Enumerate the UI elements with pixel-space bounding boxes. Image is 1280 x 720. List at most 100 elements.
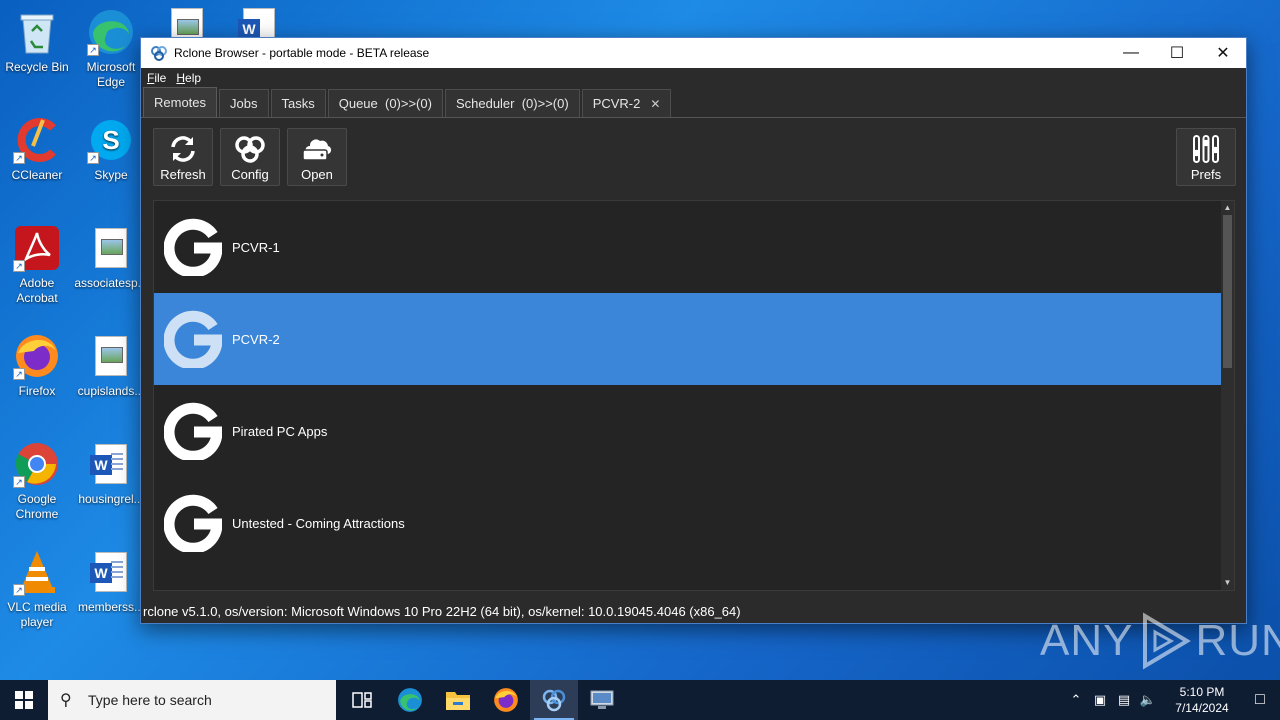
desktop-icon-recycle-bin[interactable]: Recycle Bin [0, 8, 74, 75]
tab-jobs[interactable]: Jobs [219, 89, 269, 117]
google-drive-g-icon [154, 293, 232, 385]
clock-date: 7/14/2024 [1175, 701, 1229, 715]
word-doc-icon: W [87, 440, 135, 488]
scroll-down-icon[interactable]: ▼ [1223, 577, 1232, 589]
tab-queue[interactable]: Queue (0)>>(0) [327, 89, 443, 117]
tab-tasks[interactable]: Tasks [270, 89, 326, 117]
desktop-icon-edge[interactable]: ↗ Microsoft Edge [74, 8, 148, 90]
scroll-up-icon[interactable]: ▲ [1223, 202, 1232, 214]
tab-scheduler[interactable]: Scheduler (0)>>(0) [444, 89, 580, 117]
chrome-icon: ↗ [13, 440, 61, 488]
remote-row-pcvr-1[interactable]: PCVR-1 [154, 201, 1222, 293]
tab-label: Remotes [154, 95, 207, 110]
tab-label: PCVR-2 [592, 96, 641, 111]
open-label: Open [301, 167, 333, 182]
edge-icon: ↗ [87, 8, 135, 56]
title-bar[interactable]: Rclone Browser - portable mode - BETA re… [141, 38, 1246, 68]
refresh-label: Refresh [160, 167, 206, 182]
word-doc-icon: W [235, 4, 283, 38]
image-file-icon [87, 224, 135, 272]
remote-name: PCVR-2 [232, 331, 280, 347]
system-tray: ⌃ ▣ ▤ 🔈 5:10 PM 7/14/2024 □ [1064, 680, 1280, 720]
google-drive-g-icon [154, 385, 232, 477]
taskbar-network-monitor[interactable] [578, 680, 626, 720]
clock[interactable]: 5:10 PM 7/14/2024 [1164, 684, 1240, 716]
edge-icon [398, 688, 422, 712]
desktop-icon-label: VLC media player [7, 600, 67, 629]
prefs-button[interactable]: Prefs [1176, 128, 1236, 186]
start-button[interactable] [0, 680, 48, 720]
taskbar: ⚲ Type here to search ⌃ ▣ ▤ 🔈 5:10 PM 7/… [0, 680, 1280, 720]
remotes-list: PCVR-1 PCVR-2 Pirated PC Apps Untested -… [153, 200, 1235, 591]
desktop-icon-file-top2[interactable]: W [222, 4, 296, 38]
taskbar-file-explorer[interactable] [434, 680, 482, 720]
rclone-config-icon [235, 136, 265, 163]
desktop-icon-chrome[interactable]: ↗ Google Chrome [0, 440, 74, 522]
config-button[interactable]: Config [220, 128, 280, 186]
task-view-icon [352, 692, 372, 708]
tab-remotes[interactable]: Remotes [143, 87, 218, 117]
tab-label: Queue (0)>>(0) [338, 96, 432, 111]
taskbar-rclone-browser[interactable] [530, 680, 578, 720]
clock-time: 5:10 PM [1179, 685, 1225, 699]
google-drive-g-icon [154, 201, 232, 293]
remote-name: Untested - Coming Attractions [232, 515, 405, 531]
maximize-button[interactable]: ☐ [1154, 38, 1200, 68]
acrobat-icon: ↗ [13, 224, 61, 272]
volume-icon[interactable]: 🔈 [1136, 692, 1160, 708]
desktop-icon-memberss[interactable]: W memberss... [74, 548, 148, 615]
svg-text:S: S [102, 125, 119, 155]
firefox-icon: ↗ [13, 332, 61, 380]
task-view-button[interactable] [338, 680, 386, 720]
vertical-scrollbar[interactable]: ▲ ▼ [1221, 201, 1234, 590]
desktop-icon-acrobat[interactable]: ↗ Adobe Acrobat [0, 224, 74, 306]
desktop-icon-label: Recycle Bin [5, 60, 69, 74]
chevron-up-icon[interactable]: ⌃ [1064, 692, 1088, 708]
desktop-icon-label: Skype [94, 168, 128, 182]
security-icon[interactable]: ▣ [1088, 692, 1112, 708]
minimize-button[interactable]: — [1108, 38, 1154, 68]
word-doc-icon: W [87, 548, 135, 596]
desktop-icon-firefox[interactable]: ↗ Firefox [0, 332, 74, 399]
window-title: Rclone Browser - portable mode - BETA re… [174, 46, 430, 60]
refresh-button[interactable]: Refresh [153, 128, 213, 186]
scrollbar-thumb[interactable] [1223, 215, 1232, 368]
desktop-icon-file-top1[interactable] [150, 4, 224, 38]
desktop-icon-ccleaner[interactable]: ↗ CCleaner [0, 116, 74, 183]
notification-icon[interactable]: □ [1240, 691, 1280, 709]
tab-pcvr-2[interactable]: PCVR-2 ✕ [581, 89, 672, 117]
remote-name: PCVR-1 [232, 239, 280, 255]
tab-close-icon[interactable]: ✕ [650, 97, 660, 111]
remote-row-untested[interactable]: Untested - Coming Attractions [154, 477, 1222, 569]
tab-bar: Remotes Jobs Tasks Queue (0)>>(0) Schedu… [141, 87, 1246, 118]
menu-help[interactable]: Help [176, 71, 201, 85]
google-drive-g-icon [154, 477, 232, 569]
vlc-icon: ↗ [13, 548, 61, 596]
desktop-icon-housingrel[interactable]: W housingrel... [74, 440, 148, 507]
taskbar-edge[interactable] [386, 680, 434, 720]
taskbar-firefox[interactable] [482, 680, 530, 720]
menu-file[interactable]: File [147, 71, 166, 85]
close-button[interactable]: ✕ [1200, 38, 1246, 68]
desktop-icon-label: Google Chrome [15, 492, 59, 521]
desktop-icon-vlc[interactable]: ↗ VLC media player [0, 548, 74, 630]
remote-row-pcvr-2[interactable]: PCVR-2 [154, 293, 1222, 385]
desktop-icon-associatesp[interactable]: associatesp... [74, 224, 148, 291]
rclone-browser-icon [542, 689, 566, 712]
taskbar-search-box[interactable]: ⚲ Type here to search [48, 680, 336, 720]
network-monitor-icon [590, 690, 614, 709]
desktop-icon-cupislands[interactable]: cupislands... [74, 332, 148, 399]
open-button[interactable]: Open [287, 128, 347, 186]
desktop-icon-label: Adobe Acrobat [16, 276, 58, 305]
ccleaner-icon: ↗ [13, 116, 61, 164]
image-file-icon [87, 332, 135, 380]
refresh-icon [171, 136, 195, 162]
tab-label: Jobs [230, 96, 258, 111]
search-placeholder: Type here to search [88, 692, 212, 708]
network-icon[interactable]: ▤ [1112, 692, 1136, 708]
desktop-icon-label: associatesp... [74, 276, 148, 290]
skype-icon: S ↗ [87, 116, 135, 164]
remote-row-pirated-pc-apps[interactable]: Pirated PC Apps [154, 385, 1222, 477]
desktop-icon-skype[interactable]: S ↗ Skype [74, 116, 148, 183]
recycle-bin-icon [13, 8, 61, 56]
